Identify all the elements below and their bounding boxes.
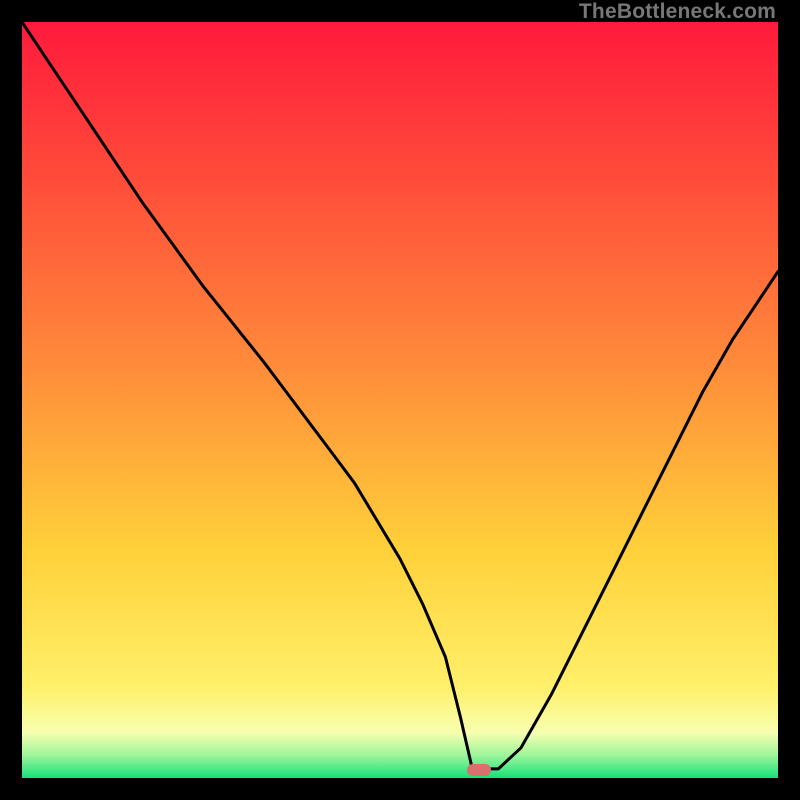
plot-area (22, 22, 778, 778)
watermark-text: TheBottleneck.com (579, 0, 776, 24)
optimal-marker (467, 764, 491, 776)
chart-frame: TheBottleneck.com (0, 0, 800, 800)
bottleneck-curve (22, 22, 778, 778)
